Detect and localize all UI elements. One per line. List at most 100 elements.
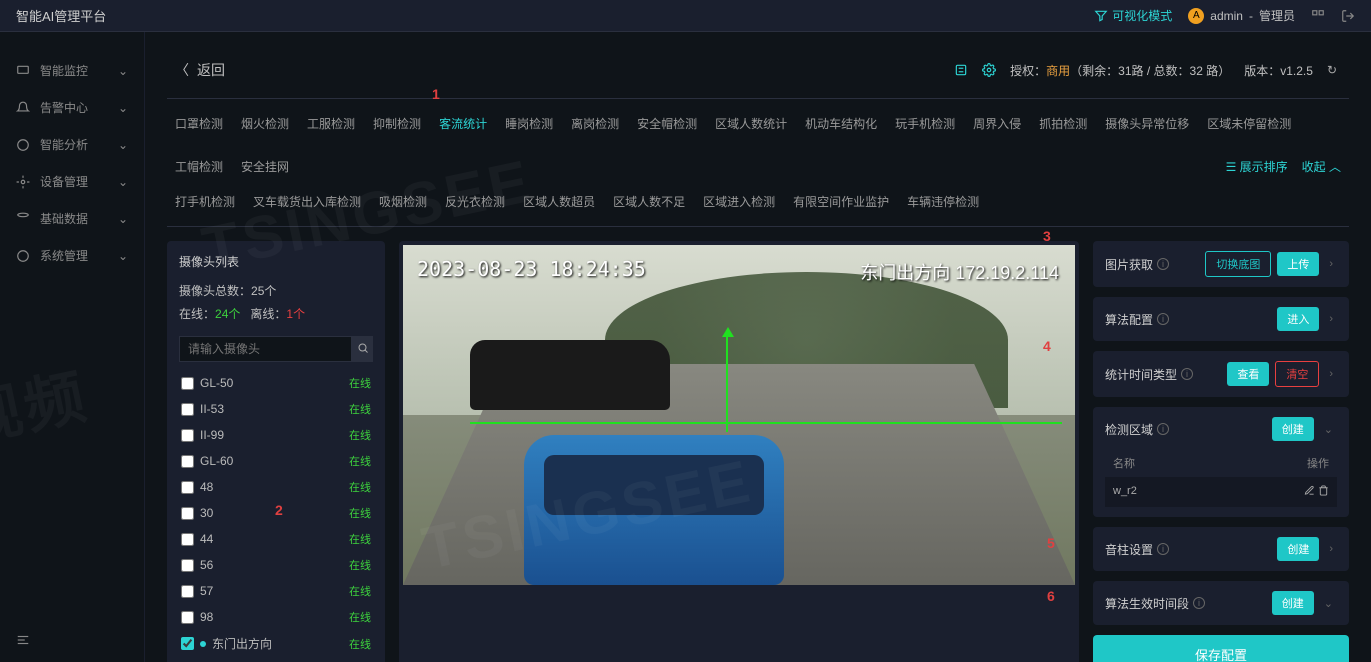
sidebar-item-device[interactable]: 设备管理⌄ bbox=[0, 163, 144, 200]
camera-list-item[interactable]: 98在线 bbox=[179, 604, 373, 630]
create-area-button[interactable]: 创建 bbox=[1272, 417, 1314, 441]
info-icon[interactable]: i bbox=[1181, 368, 1193, 380]
list-icon[interactable] bbox=[954, 63, 968, 77]
camera-list-item[interactable]: GL-60在线 bbox=[179, 448, 373, 474]
camera-checkbox[interactable] bbox=[181, 507, 194, 520]
camera-list-title: 摄像头列表 bbox=[179, 253, 373, 270]
chevron-down-icon: ⌄ bbox=[118, 101, 128, 115]
create-pixel-button[interactable]: 创建 bbox=[1277, 537, 1319, 561]
tab-item[interactable]: 摄像头异常位移 bbox=[1105, 111, 1189, 136]
refresh-button[interactable]: ↻ bbox=[1327, 63, 1337, 77]
camera-search-input[interactable] bbox=[179, 336, 352, 362]
enter-algo-button[interactable]: 进入 bbox=[1277, 307, 1319, 331]
info-icon[interactable]: i bbox=[1193, 597, 1205, 609]
tab-item[interactable]: 抓拍检测 bbox=[1039, 111, 1087, 136]
camera-checkbox[interactable] bbox=[181, 637, 194, 650]
tab-item[interactable]: 抑制检测 bbox=[373, 111, 421, 136]
camera-name: 98 bbox=[200, 610, 343, 624]
tab-item[interactable]: 工服检测 bbox=[307, 111, 355, 136]
chevron-right-icon[interactable]: › bbox=[1325, 543, 1337, 555]
chevron-right-icon[interactable]: › bbox=[1325, 313, 1337, 325]
tab-item[interactable]: 吸烟检测 bbox=[379, 189, 427, 214]
collapse-link[interactable]: 收起 ︿ bbox=[1302, 158, 1341, 175]
clear-button[interactable]: 清空 bbox=[1275, 361, 1319, 387]
camera-checkbox[interactable] bbox=[181, 585, 194, 598]
camera-list-item[interactable]: II-99在线 bbox=[179, 422, 373, 448]
camera-list-item[interactable]: 57在线 bbox=[179, 578, 373, 604]
sort-link[interactable]: ☰ 展示排序 bbox=[1226, 158, 1288, 175]
collapse-sidebar-button[interactable] bbox=[16, 633, 30, 650]
tab-item[interactable]: 工帽检测 bbox=[175, 154, 223, 179]
camera-checkbox[interactable] bbox=[181, 455, 194, 468]
camera-checkbox[interactable] bbox=[181, 481, 194, 494]
tab-item[interactable]: 区域进入检测 bbox=[703, 189, 775, 214]
tab-item[interactable]: 反光衣检测 bbox=[445, 189, 505, 214]
info-icon[interactable]: i bbox=[1157, 313, 1169, 325]
camera-checkbox[interactable] bbox=[181, 559, 194, 572]
pixel-set-title: 音柱设置i bbox=[1105, 541, 1169, 558]
tab-item[interactable]: 叉车载货出入库检测 bbox=[253, 189, 361, 214]
camera-checkbox[interactable] bbox=[181, 377, 194, 390]
tab-item[interactable]: 睡岗检测 bbox=[505, 111, 553, 136]
tab-item[interactable]: 打手机检测 bbox=[175, 189, 235, 214]
edit-icon[interactable] bbox=[1304, 485, 1315, 496]
camera-list-item[interactable]: 48在线 bbox=[179, 474, 373, 500]
camera-list-item[interactable]: 56在线 bbox=[179, 552, 373, 578]
upload-button[interactable]: 上传 bbox=[1277, 252, 1319, 276]
create-time-button[interactable]: 创建 bbox=[1272, 591, 1314, 615]
chevron-right-icon[interactable]: › bbox=[1325, 368, 1337, 380]
tab-item[interactable]: 区域人数超员 bbox=[523, 189, 595, 214]
tab-item[interactable]: 周界入侵 bbox=[973, 111, 1021, 136]
camera-list-item[interactable]: 44在线 bbox=[179, 526, 373, 552]
chevron-down-icon: ⌄ bbox=[118, 64, 128, 78]
sidebar-item-monitor[interactable]: 智能监控⌄ bbox=[0, 52, 144, 89]
sidebar-item-analysis[interactable]: 智能分析⌄ bbox=[0, 126, 144, 163]
tab-item[interactable]: 区域未停留检测 bbox=[1207, 111, 1291, 136]
camera-list-item[interactable]: GL-50在线 bbox=[179, 370, 373, 396]
chevron-right-icon[interactable]: › bbox=[1325, 258, 1337, 270]
camera-checkbox[interactable] bbox=[181, 429, 194, 442]
sidebar-item-system[interactable]: 系统管理⌄ bbox=[0, 237, 144, 274]
camera-list-item[interactable]: 东门出方向在线 bbox=[179, 630, 373, 657]
view-button[interactable]: 查看 bbox=[1227, 362, 1269, 386]
tab-item[interactable]: 区域人数统计 bbox=[715, 111, 787, 136]
camera-search-button[interactable] bbox=[352, 336, 373, 362]
tab-item[interactable]: 玩手机检测 bbox=[895, 111, 955, 136]
tab-item[interactable]: 机动车结构化 bbox=[805, 111, 877, 136]
video-timestamp: 2023-08-23 18:24:35 bbox=[417, 257, 646, 281]
user-info[interactable]: A admin - 管理员 bbox=[1188, 7, 1295, 24]
gear-icon[interactable] bbox=[982, 63, 996, 77]
back-button[interactable]: 〈 返回 bbox=[175, 60, 225, 80]
camera-checkbox[interactable] bbox=[181, 403, 194, 416]
tab-item[interactable]: 烟火检测 bbox=[241, 111, 289, 136]
save-config-button[interactable]: 保存配置 bbox=[1093, 635, 1349, 662]
tab-item[interactable]: 客流统计 bbox=[439, 111, 487, 136]
camera-list-item[interactable]: II-53在线 bbox=[179, 396, 373, 422]
chevron-down-icon[interactable]: ⌄ bbox=[1320, 423, 1337, 436]
filter-icon bbox=[1094, 9, 1108, 23]
delete-icon[interactable] bbox=[1318, 485, 1329, 496]
visualization-mode-link[interactable]: 可视化模式 bbox=[1094, 7, 1172, 24]
info-icon[interactable]: i bbox=[1157, 258, 1169, 270]
grid-icon[interactable] bbox=[1311, 9, 1325, 23]
tab-item[interactable]: 安全帽检测 bbox=[637, 111, 697, 136]
camera-checkbox[interactable] bbox=[181, 611, 194, 624]
tab-item[interactable]: 区域人数不足 bbox=[613, 189, 685, 214]
tab-item[interactable]: 安全挂网 bbox=[241, 154, 289, 179]
tab-item[interactable]: 口罩检测 bbox=[175, 111, 223, 136]
chevron-down-icon[interactable]: ⌄ bbox=[1320, 597, 1337, 610]
info-icon[interactable]: i bbox=[1157, 543, 1169, 555]
tab-item[interactable]: 离岗检测 bbox=[571, 111, 619, 136]
logout-icon[interactable] bbox=[1341, 9, 1355, 23]
camera-list-item[interactable]: 东门进方向在线 bbox=[179, 657, 373, 662]
sidebar-item-alert[interactable]: 告警中心⌄ bbox=[0, 89, 144, 126]
camera-status: 在线 bbox=[349, 479, 371, 495]
info-icon[interactable]: i bbox=[1157, 423, 1169, 435]
tab-item[interactable]: 车辆违停检测 bbox=[907, 189, 979, 214]
detection-line-vertical bbox=[726, 330, 728, 432]
camera-checkbox[interactable] bbox=[181, 533, 194, 546]
video-feed[interactable]: 2023-08-23 18:24:35 东门出方向 172.19.2.114 bbox=[403, 245, 1075, 585]
switch-base-image-button[interactable]: 切换底图 bbox=[1205, 251, 1271, 277]
sidebar-item-data[interactable]: 基础数据⌄ bbox=[0, 200, 144, 237]
tab-item[interactable]: 有限空间作业监护 bbox=[793, 189, 889, 214]
